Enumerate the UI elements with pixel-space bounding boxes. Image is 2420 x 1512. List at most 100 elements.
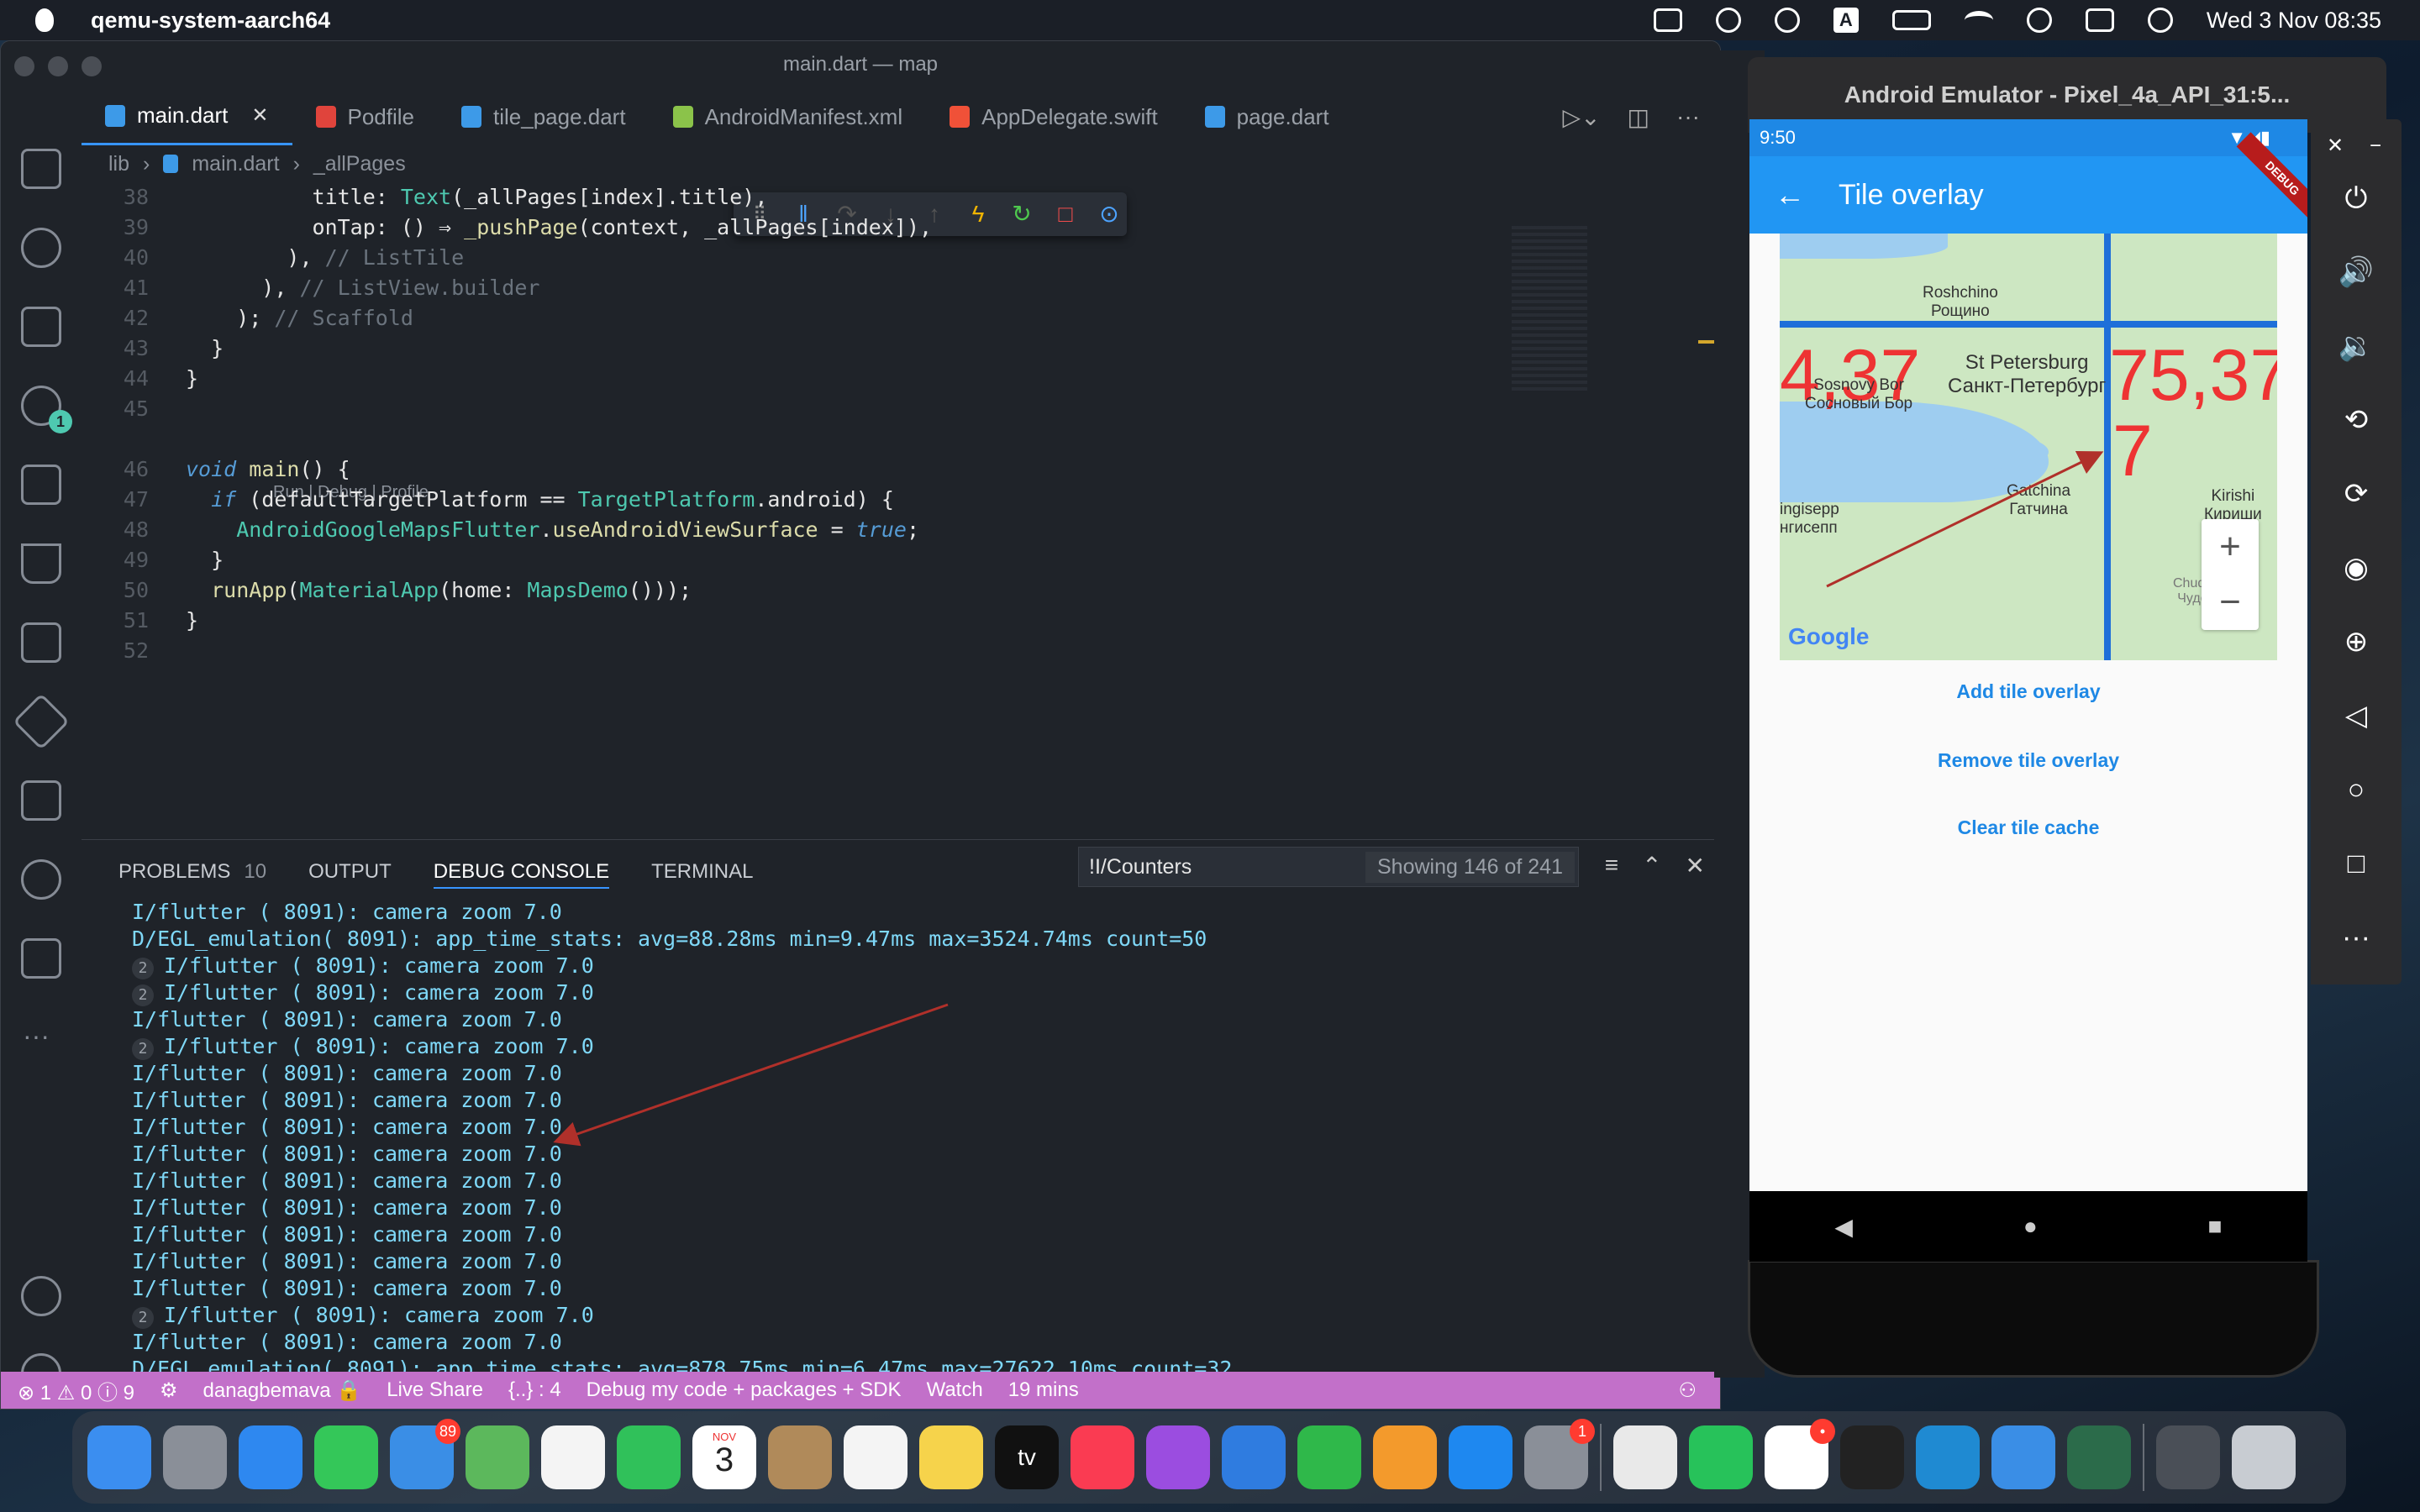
minimize-icon[interactable]: − [2363,126,2388,166]
testing-icon[interactable] [21,543,61,584]
console-line[interactable]: I/flutter ( 8091): camera zoom 7.0 [132,1114,1712,1141]
messages-icon[interactable] [314,1425,378,1489]
maximize-window-button[interactable] [82,56,102,76]
console-line[interactable]: 2 I/flutter ( 8091): camera zoom 7.0 [132,1033,1712,1060]
appstore-icon[interactable] [1449,1425,1512,1489]
mail-icon[interactable]: 89 [390,1419,460,1489]
overview-icon[interactable]: □ [2336,843,2376,884]
code-line[interactable]: 38 title: Text(_allPages[index].title), [82,182,1577,213]
console-line[interactable]: I/flutter ( 8091): camera zoom 7.0 [132,1168,1712,1194]
explorer-icon[interactable] [21,149,61,189]
console-line[interactable]: I/flutter ( 8091): camera zoom 7.0 [132,1141,1712,1168]
add-tile-overlay-button[interactable]: Add tile overlay [1749,680,2307,703]
androidstudio-icon[interactable] [2067,1425,2131,1489]
extensions-icon[interactable] [21,465,61,505]
console-line[interactable]: D/EGL_emulation( 8091): app_time_stats: … [132,926,1712,953]
code-line[interactable]: 42 ); // Scaffold [82,303,1577,333]
appletv-icon[interactable]: tv [995,1425,1059,1489]
tab-tile_page-dart[interactable]: tile_page.dart [438,88,650,145]
code-line[interactable]: 46 void main() { [82,454,1577,485]
google-map[interactable]: 4,37 75,37 7 Roshchino Рощино St Petersb… [1780,234,2277,660]
facetime-icon[interactable] [617,1425,681,1489]
pages-icon[interactable] [1373,1425,1437,1489]
console-line[interactable]: I/flutter ( 8091): camera zoom 7.0 [132,1194,1712,1221]
nav-home-icon[interactable]: ● [2023,1213,2038,1240]
tab-page-dart[interactable]: page.dart [1181,88,1353,145]
systemprefs-icon[interactable]: 1 [1524,1419,1595,1489]
more-icon[interactable]: ··· [23,1021,50,1052]
run-dropdown-icon[interactable]: ▷⌄ [1563,103,1601,131]
code-line[interactable]: 44} [82,364,1577,394]
code-line[interactable]: 50 runApp(MaterialApp(home: MapsDemo()))… [82,575,1577,606]
breadcrumb-folder[interactable]: lib [108,152,129,176]
console-line[interactable]: I/flutter ( 8091): camera zoom 7.0 [132,899,1712,926]
tab-androidmanifest-xml[interactable]: AndroidManifest.xml [650,88,927,145]
console-filter[interactable]: !I/Counters Showing 146 of 241 [1078,847,1579,887]
numbers-icon[interactable] [1297,1425,1361,1489]
play-icon[interactable] [1774,8,1800,33]
console-line[interactable]: 2 I/flutter ( 8091): camera zoom 7.0 [132,979,1712,1006]
code-line[interactable]: 52 [82,636,1577,666]
n2-extension-icon[interactable] [21,622,61,663]
reminders-icon[interactable] [844,1425,908,1489]
source-control-icon[interactable] [21,307,61,347]
code-line[interactable]: 41 ), // ListView.builder [82,273,1577,303]
tab-podfile[interactable]: Podfile [292,88,439,145]
gitlab-icon[interactable] [21,780,61,821]
accounts-status-icon[interactable]: ⚇ [1678,1378,1697,1403]
tab-appdelegate-swift[interactable]: AppDelegate.swift [926,88,1181,145]
back-icon[interactable]: ◁ [2336,696,2376,736]
debug-console-output[interactable]: I/flutter ( 8091): camera zoom 7.0 D/EGL_… [132,899,1712,1394]
code-line[interactable]: 45 [82,394,1577,424]
rotate-right-icon[interactable]: ⟳ [2336,474,2376,514]
breadcrumb-file[interactable]: main.dart [192,152,279,176]
console-line[interactable]: I/flutter ( 8091): camera zoom 7.0 [132,1275,1712,1302]
nav-back-icon[interactable]: ◀ [1834,1213,1853,1241]
keynote-icon[interactable] [1222,1425,1286,1489]
safari-icon[interactable] [239,1425,302,1489]
problems-status[interactable]: ⊗ 1 ⚠ 0 ⓘ 9 [18,1376,134,1405]
console-line[interactable]: I/flutter ( 8091): camera zoom 7.0 [132,1060,1712,1087]
terminal-icon[interactable] [1840,1425,1904,1489]
maps-icon[interactable] [466,1425,529,1489]
code-line[interactable]: 47 if (defaultTargetPlatform == TargetPl… [82,485,1577,515]
volume-up-icon[interactable]: 🔊 [2336,252,2376,292]
close-panel-icon[interactable]: ✕ [1686,852,1705,879]
close-tab-icon[interactable]: ✕ [251,103,268,128]
back-arrow-icon[interactable]: ← [1775,177,1805,213]
wifi-icon[interactable] [1964,11,1993,29]
console-line[interactable]: 2 I/flutter ( 8091): camera zoom 7.0 [132,953,1712,979]
zoom-in-button[interactable]: + [2219,526,2241,568]
xcode-icon[interactable] [1991,1425,2055,1489]
watch-status[interactable]: Watch [927,1378,983,1402]
screenshot-icon[interactable]: ◉ [2336,548,2376,588]
code-editor[interactable]: Run | Debug | Profile 38 title: Text(_al… [82,182,1720,846]
android-screen[interactable]: 9:50 ▼◢▮ ← Tile overlay DEBUG 4,37 75,37… [1749,119,2307,1262]
console-line[interactable]: I/flutter ( 8091): camera zoom 7.0 [132,1248,1712,1275]
live-share-button[interactable]: Live Share [387,1378,483,1402]
debug-mode-status[interactable]: Debug my code + packages + SDK [587,1378,902,1402]
device-icon[interactable] [21,938,61,979]
panel-tab-terminal[interactable]: TERMINAL [651,855,753,889]
screen-share-icon[interactable] [1653,8,1682,32]
panel-tab-problems[interactable]: PROBLEMS 10 [118,855,266,889]
input-source-icon[interactable]: A [1833,8,1859,33]
filter-input[interactable]: !I/Counters [1089,855,1192,879]
debug-launch-icon[interactable]: ⚙ [160,1378,178,1403]
minimap[interactable] [1512,226,1587,394]
clear-tile-cache-button[interactable]: Clear tile cache [1749,816,2307,839]
console-line[interactable]: I/flutter ( 8091): camera zoom 7.0 [132,1221,1712,1248]
active-app-name[interactable]: qemu-system-aarch64 [91,8,330,34]
photos-icon[interactable] [541,1425,605,1489]
battery-icon[interactable] [1891,10,1931,30]
zoom-icon[interactable]: ⊕ [2336,622,2376,662]
split-editor-icon[interactable]: ◫ [1628,103,1649,131]
console-line[interactable]: I/flutter ( 8091): camera zoom 7.0 [132,1087,1712,1114]
zoom-out-button[interactable]: − [2219,581,2241,623]
code-line[interactable]: 51} [82,606,1577,636]
brackets-status[interactable]: {..} : 4 [508,1378,561,1402]
remove-tile-overlay-button[interactable]: Remove tile overlay [1749,749,2307,772]
siri-icon[interactable] [2147,8,2173,33]
panel-tab-debug-console[interactable]: DEBUG CONSOLE [433,855,610,889]
tab-main-dart[interactable]: main.dart ✕ [82,88,292,145]
